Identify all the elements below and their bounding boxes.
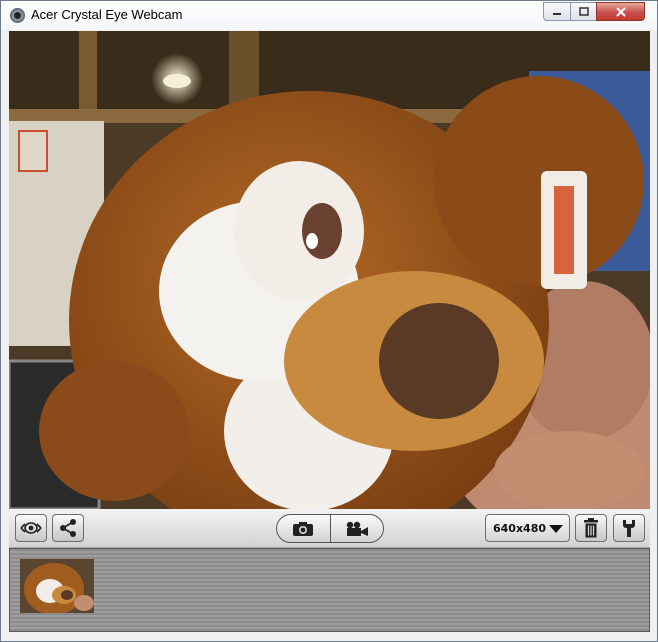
resolution-value: 640x480 (493, 522, 547, 535)
capture-mode-switch (276, 514, 384, 543)
eye-icon (20, 522, 42, 534)
webcam-window: Acer Crystal Eye Webcam 640x480 (0, 0, 658, 642)
trash-icon (584, 518, 598, 538)
camera-preview (9, 31, 650, 509)
captured-media-strip (9, 548, 650, 632)
camera-preview-image (9, 31, 650, 509)
close-icon (615, 6, 626, 17)
photo-thumbnail[interactable] (20, 559, 94, 613)
minimize-button[interactable] (543, 2, 571, 21)
record-video-button[interactable] (329, 515, 384, 542)
maximize-icon (578, 6, 589, 16)
wrench-icon (623, 520, 635, 537)
take-photo-button[interactable] (277, 515, 330, 542)
window-title: Acer Crystal Eye Webcam (31, 7, 183, 22)
resolution-dropdown[interactable]: 640x480 (485, 514, 570, 542)
minimize-icon (553, 12, 561, 15)
maximize-button[interactable] (570, 2, 597, 21)
chevron-down-icon (549, 525, 563, 533)
share-icon (60, 519, 76, 537)
delete-button[interactable] (575, 514, 607, 542)
video-camera-icon (346, 521, 368, 536)
thumbnail-image (20, 559, 94, 613)
title-bar[interactable]: Acer Crystal Eye Webcam (1, 1, 657, 30)
share-button[interactable] (52, 514, 84, 542)
control-toolbar: 640x480 (9, 509, 650, 548)
webcam-app-icon (10, 8, 25, 23)
camera-icon (293, 521, 314, 536)
preview-toggle-button[interactable] (15, 514, 47, 542)
settings-button[interactable] (613, 514, 645, 542)
close-button[interactable] (596, 2, 645, 21)
